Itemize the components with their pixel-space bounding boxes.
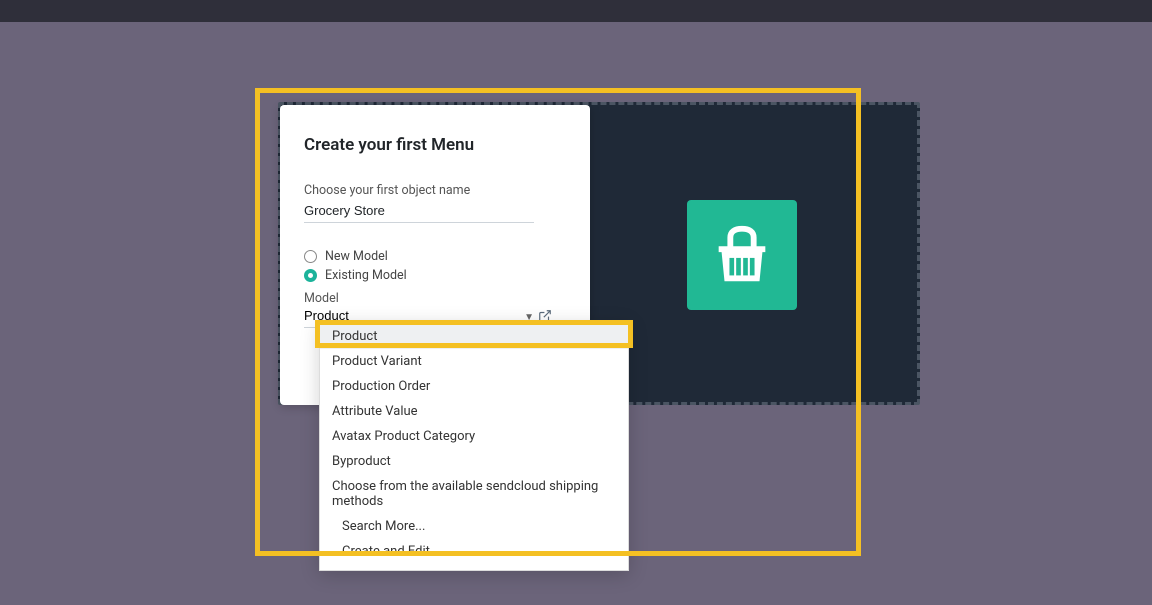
object-name-input[interactable]: [304, 201, 534, 223]
dropdown-item-attribute-value[interactable]: Attribute Value: [320, 399, 628, 424]
radio-checked-icon: [304, 269, 317, 282]
object-name-label: Choose your first object name: [304, 183, 566, 198]
model-dropdown: Product Product Variant Production Order…: [319, 321, 629, 571]
radio-unchecked-icon: [304, 250, 317, 263]
dropdown-search-more[interactable]: Search More...: [320, 514, 628, 539]
radio-new-model[interactable]: New Model: [304, 249, 566, 264]
dropdown-create-edit[interactable]: Create and Edit...: [320, 539, 628, 564]
dropdown-item-product[interactable]: Product: [320, 324, 628, 349]
radio-label: Existing Model: [325, 268, 407, 283]
dropdown-item-byproduct[interactable]: Byproduct: [320, 449, 628, 474]
dropdown-item-production-order[interactable]: Production Order: [320, 374, 628, 399]
form-title: Create your first Menu: [304, 135, 566, 155]
model-type-radio-group: New Model Existing Model: [304, 249, 566, 283]
shopping-basket-icon: [707, 220, 777, 290]
top-bar: [0, 0, 1152, 22]
dropdown-item-sendcloud[interactable]: Choose from the available sendcloud ship…: [320, 474, 628, 514]
dropdown-item-product-variant[interactable]: Product Variant: [320, 349, 628, 374]
radio-existing-model[interactable]: Existing Model: [304, 268, 566, 283]
radio-label: New Model: [325, 249, 388, 264]
dropdown-item-avatax-category[interactable]: Avatax Product Category: [320, 424, 628, 449]
app-icon-tile: [687, 200, 797, 310]
model-field-label: Model: [304, 291, 566, 306]
